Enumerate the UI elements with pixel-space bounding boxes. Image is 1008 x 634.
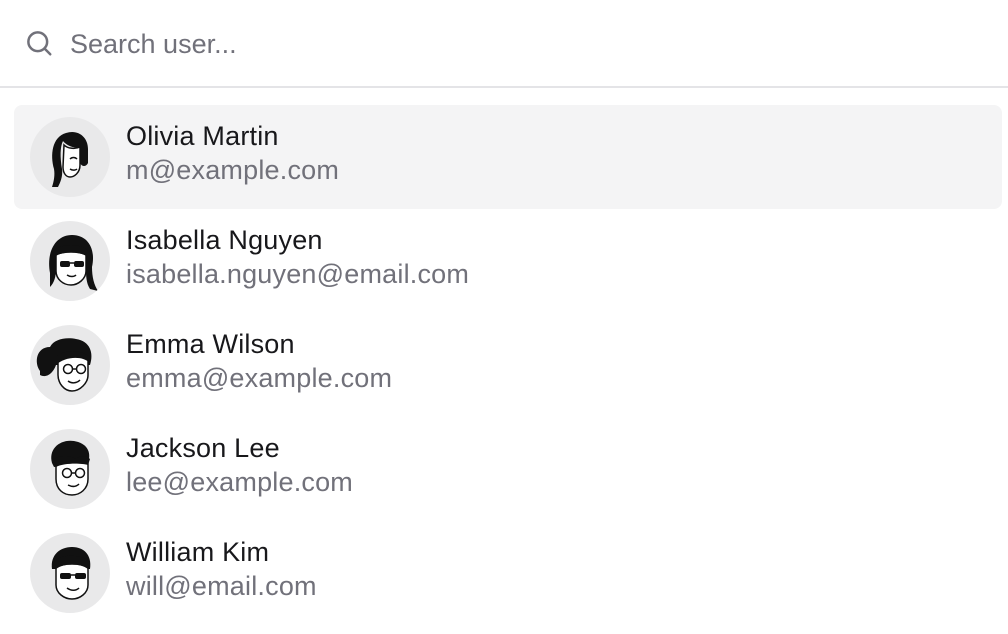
user-name: Olivia Martin — [126, 121, 279, 151]
user-email: will@email.com — [126, 571, 317, 601]
user-name: Jackson Lee — [126, 433, 280, 463]
user-list-item[interactable]: William Kim will@email.com — [14, 521, 1002, 625]
user-name: William Kim — [126, 537, 270, 567]
user-list-item[interactable]: Olivia Martin m@example.com — [14, 105, 1002, 209]
user-email: m@example.com — [126, 155, 340, 185]
user-email: isabella.nguyen@email.com — [126, 259, 470, 289]
woman-long-hair-avatar — [30, 117, 110, 197]
user-name: Isabella Nguyen — [126, 225, 323, 255]
user-list-item[interactable]: Isabella Nguyen isabella.nguyen@email.co… — [14, 209, 1002, 313]
search-input[interactable] — [70, 22, 970, 66]
woman-ponytail-glasses-avatar — [30, 325, 110, 405]
user-email: lee@example.com — [126, 467, 354, 497]
user-list-item[interactable]: Jackson Lee lee@example.com — [14, 417, 1002, 521]
user-email: emma@example.com — [126, 363, 393, 393]
man-glasses-avatar — [30, 429, 110, 509]
user-name: Emma Wilson — [126, 329, 295, 359]
search-icon — [27, 31, 52, 56]
search-bar — [0, 0, 1008, 88]
user-list-item[interactable]: Emma Wilson emma@example.com — [14, 313, 1002, 417]
woman-sunglasses-avatar — [30, 221, 110, 301]
man-sunglasses-avatar — [30, 533, 110, 613]
